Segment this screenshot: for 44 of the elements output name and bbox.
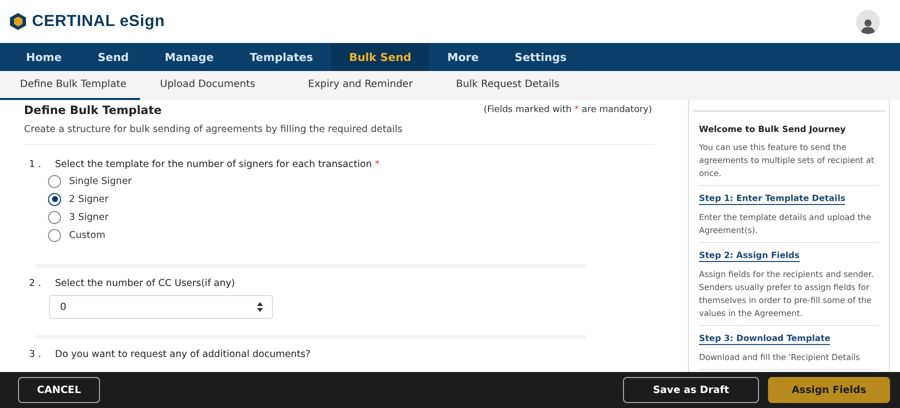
option-label: Single Signer	[69, 176, 132, 186]
avatar-icon[interactable]	[856, 10, 880, 34]
option-label: 3 Signer	[69, 212, 109, 222]
number-field[interactable]: 0	[49, 295, 273, 319]
radio-button[interactable]	[48, 210, 61, 224]
nav-tab[interactable]: Manage	[146, 43, 232, 71]
nav-tab[interactable]: Templates	[232, 43, 332, 71]
spinner-icon[interactable]	[256, 301, 264, 313]
nav-tab[interactable]: Send	[80, 43, 147, 71]
logo-icon	[9, 12, 27, 31]
radio-button[interactable]	[48, 174, 61, 188]
question-number: 3 .	[29, 349, 42, 360]
question-text: Select the number of CC Users(if any)	[55, 278, 235, 289]
question-number: 2 .	[29, 278, 42, 289]
mandatory-note: (Fields marked with * are mandatory)	[484, 105, 653, 115]
option-label: Custom	[69, 230, 106, 240]
radio-button[interactable]	[48, 192, 61, 206]
nav-tab[interactable]: Home	[8, 43, 80, 71]
brand-name: CERTINAL eSign	[32, 12, 165, 30]
question-number: 1 .	[29, 159, 42, 170]
form-title: Define Bulk Template	[24, 103, 162, 117]
nav-tab[interactable]: Settings	[496, 43, 585, 71]
step-link[interactable]: Step 1: Enter Template Details	[699, 194, 846, 205]
nav-tab[interactable]: Bulk Send	[331, 43, 430, 71]
option-label: 2 Signer	[69, 194, 109, 204]
question-text: Do you want to request any of additional documents?	[55, 349, 310, 360]
step-tab[interactable]: Upload Documents	[140, 71, 288, 100]
step-link[interactable]: Step 3: Download Template	[699, 334, 830, 345]
save-draft-button[interactable]: Save as Draft	[623, 377, 759, 403]
help-text: You can use this feature to send the agreements to multiple sets of recipient at once.	[699, 141, 879, 186]
form-subtitle: Create a structure for bulk sending of agreements by filling the required details	[24, 124, 654, 145]
step-description: Assign fields for the recipients and sender. Senders usually prefer to assign fields for themselves in order to pre-fill some of the values in the Agreement.	[699, 268, 879, 326]
step-description: Download and fill the 'Recipient Details	[699, 351, 879, 370]
help-title: Welcome to Bulk Send Journey	[699, 125, 847, 135]
step-tab[interactable]: Define Bulk Template	[0, 71, 140, 100]
assign-fields-button[interactable]: Assign Fields	[768, 377, 890, 403]
question-text: Select the template for the number of signers for each transaction *	[55, 159, 380, 170]
step-description: Enter the template details and upload the Agreement(s).	[699, 211, 879, 243]
step-link[interactable]: Step 2: Assign Fields	[699, 251, 800, 262]
step-tab[interactable]: Expiry and Reminder	[288, 71, 436, 100]
step-tab[interactable]: Bulk Request Details	[436, 71, 596, 100]
cancel-button[interactable]: CANCEL	[18, 377, 100, 403]
nav-tab[interactable]: More	[429, 43, 497, 71]
radio-button[interactable]	[48, 228, 61, 242]
